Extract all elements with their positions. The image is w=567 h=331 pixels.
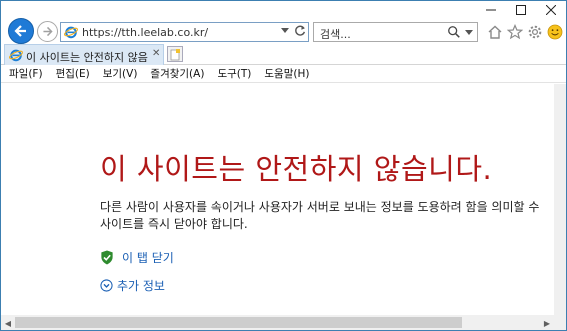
- close-window-button[interactable]: [536, 1, 566, 19]
- search-dropdown-icon[interactable]: [465, 30, 473, 36]
- scrollbar-corner: [554, 315, 566, 330]
- close-icon: [546, 5, 556, 15]
- horizontal-scroll-thumb[interactable]: [15, 317, 462, 328]
- close-tab-label[interactable]: 이 탭 닫기: [122, 249, 174, 266]
- search-box[interactable]: 검색...: [313, 22, 478, 42]
- error-description-line: 다른 사람이 사용자를 속이거나 사용자가 서버로 보내는 정보를 도용하려 함…: [100, 200, 540, 214]
- minimize-icon: [486, 9, 496, 11]
- more-info-label[interactable]: 추가 정보: [117, 277, 165, 294]
- search-input[interactable]: 검색...: [320, 26, 351, 42]
- close-tab-link[interactable]: 이 탭 닫기: [100, 249, 174, 266]
- navigation-bar: https://tth.leelab.co.kr/ 검색...: [1, 1, 566, 44]
- menu-edit[interactable]: 편집(E): [48, 66, 95, 81]
- maximize-button[interactable]: [506, 1, 536, 19]
- star-icon[interactable]: [507, 24, 523, 40]
- tab-title: 이 사이트는 안전하지 않음: [26, 51, 148, 64]
- window-controls: [476, 1, 566, 19]
- address-url[interactable]: https://tth.leelab.co.kr/: [82, 26, 208, 39]
- shield-check-icon: [101, 250, 113, 265]
- new-tab-button[interactable]: [167, 46, 183, 62]
- scroll-left-icon[interactable]: ◀: [2, 317, 14, 329]
- home-icon[interactable]: [487, 24, 503, 40]
- minimize-button[interactable]: [476, 1, 506, 19]
- back-button[interactable]: [8, 18, 34, 44]
- chevron-circle-down-icon: [100, 279, 113, 292]
- menu-help[interactable]: 도움말(H): [256, 66, 314, 81]
- address-bar[interactable]: https://tth.leelab.co.kr/: [60, 22, 309, 42]
- more-info-link[interactable]: 추가 정보: [100, 277, 165, 294]
- tab-close-button[interactable]: ✕: [152, 48, 160, 59]
- menu-tools[interactable]: 도구(T): [209, 66, 256, 81]
- menu-favorites[interactable]: 즐겨찾기(A): [142, 66, 209, 81]
- vertical-scrollbar[interactable]: [554, 84, 566, 315]
- search-icon[interactable]: [447, 25, 461, 39]
- refresh-icon[interactable]: [293, 24, 307, 38]
- arrow-right-icon: [43, 26, 53, 37]
- menu-view[interactable]: 보기(V): [95, 66, 143, 81]
- menu-bar: 파일(F) 편집(E) 보기(V) 즐겨찾기(A) 도구(T) 도움말(H): [1, 65, 566, 83]
- gear-icon[interactable]: [527, 24, 543, 40]
- tab-bar: 이 사이트는 안전하지 않음 ✕: [1, 44, 566, 65]
- menu-file[interactable]: 파일(F): [1, 66, 48, 81]
- maximize-icon: [516, 5, 526, 15]
- horizontal-scrollbar[interactable]: ◀ ▶: [1, 315, 554, 330]
- tab-current[interactable]: 이 사이트는 안전하지 않음 ✕: [4, 44, 164, 65]
- error-title: 이 사이트는 안전하지 않습니다.: [100, 152, 493, 186]
- browser-window: https://tth.leelab.co.kr/ 검색... 이 사이트는 안…: [0, 0, 567, 331]
- error-description: 다른 사람이 사용자를 속이거나 사용자가 서버로 보내는 정보를 도용하려 함…: [100, 199, 554, 233]
- error-description-line: 사이트를 즉시 닫아야 합니다.: [100, 217, 248, 231]
- ie-logo-icon: [9, 49, 23, 62]
- arrow-left-icon: [14, 25, 26, 37]
- address-dropdown-icon[interactable]: [281, 28, 289, 34]
- page-content: 이 사이트는 안전하지 않습니다. 다른 사람이 사용자를 속이거나 사용자가 …: [1, 84, 554, 315]
- smiley-icon[interactable]: [547, 24, 563, 40]
- forward-button[interactable]: [37, 21, 58, 42]
- ie-logo-icon: [64, 26, 78, 39]
- new-tab-icon: [170, 49, 180, 61]
- scroll-right-icon[interactable]: ▶: [541, 317, 553, 329]
